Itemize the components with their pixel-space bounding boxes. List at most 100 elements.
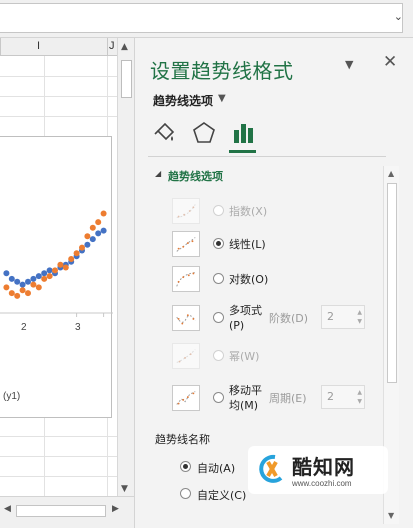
option-polynomial[interactable]: 多项式(P) 阶数(D) 2 ▲ ▼ <box>172 304 372 335</box>
scroll-thumb[interactable] <box>121 60 132 98</box>
column-label-j[interactable]: J <box>109 40 115 52</box>
bar-chart-icon[interactable] <box>230 120 256 146</box>
scroll-down-icon[interactable]: ▼ <box>121 484 128 494</box>
radio-custom[interactable] <box>180 488 191 499</box>
sheet-vertical-scrollbar[interactable]: ▲ ▼ <box>117 38 134 496</box>
data-point-y2[interactable] <box>8 290 15 297</box>
data-point-y1[interactable] <box>30 275 37 282</box>
chart-plot-area[interactable] <box>0 137 113 419</box>
data-point-y2[interactable] <box>95 219 102 226</box>
watermark-url: www.coozhi.com <box>292 479 352 488</box>
worksheet[interactable]: I J 2 3 (y1) <box>0 38 117 496</box>
watermark-name: 酷知网 <box>292 455 355 479</box>
polynomial-trend-icon <box>172 305 200 331</box>
period-value: 2 <box>327 390 334 403</box>
data-point-y1[interactable] <box>14 278 21 285</box>
x-tick-label: 3 <box>75 322 81 333</box>
trendline-name-heading: 趋势线名称 <box>155 433 210 446</box>
data-point-y2[interactable] <box>100 210 107 217</box>
scatter-chart[interactable]: 2 3 (y1) <box>0 136 113 419</box>
data-point-y1[interactable] <box>95 230 102 237</box>
pentagon-icon[interactable] <box>191 120 217 146</box>
data-point-y2[interactable] <box>19 287 26 294</box>
scroll-left-icon[interactable]: ◀ <box>4 504 11 514</box>
formula-input[interactable] <box>0 3 403 33</box>
sheet-horizontal-scrollbar[interactable]: ◀ ▶ <box>0 496 134 528</box>
scroll-up-icon[interactable]: ▲ <box>388 169 394 178</box>
radio-power[interactable] <box>213 350 224 361</box>
chevron-down-icon[interactable]: ▼ <box>218 93 226 104</box>
radio-linear[interactable] <box>213 238 224 249</box>
collapse-triangle-icon[interactable]: ◢ <box>155 169 161 178</box>
data-point-y2[interactable] <box>25 290 31 297</box>
chevron-down-icon[interactable]: ⌄ <box>394 10 403 23</box>
order-stepper[interactable]: 2 ▲ ▼ <box>321 305 365 329</box>
period-label: 周期(E) <box>269 392 307 405</box>
data-point-y1[interactable] <box>3 270 10 277</box>
scroll-right-icon[interactable]: ▶ <box>112 504 119 514</box>
data-point-y1[interactable] <box>46 267 53 274</box>
data-point-y2[interactable] <box>73 250 80 257</box>
gridline <box>0 476 117 477</box>
data-point-y1[interactable] <box>25 278 31 285</box>
column-label-i[interactable]: I <box>37 40 40 52</box>
column-separator[interactable] <box>107 38 108 56</box>
x-tick-label: 2 <box>21 322 27 333</box>
name-option-label: 自定义(C) <box>197 489 247 502</box>
option-moving-average[interactable]: 移动平均(M) 周期(E) 2 ▲ ▼ <box>172 384 372 415</box>
trendline-options-dropdown[interactable]: 趋势线选项 <box>153 92 213 109</box>
radio-exponential[interactable] <box>213 205 224 216</box>
order-value: 2 <box>327 310 334 323</box>
gridline <box>0 96 117 97</box>
data-point-y2[interactable] <box>14 292 21 299</box>
option-label: 指数(X) <box>229 205 268 218</box>
stepper-arrows-icon[interactable]: ▲ ▼ <box>357 308 362 326</box>
data-point-y2[interactable] <box>57 261 64 268</box>
stepper-arrows-icon[interactable]: ▲ ▼ <box>357 388 362 406</box>
radio-automatic[interactable] <box>180 461 191 472</box>
scroll-up-icon[interactable]: ▲ <box>121 42 128 52</box>
logarithmic-trend-icon <box>172 266 200 292</box>
data-point-y2[interactable] <box>84 233 91 240</box>
column-header: I J <box>0 38 117 56</box>
data-point-y2[interactable] <box>68 256 75 262</box>
data-point-y2[interactable] <box>52 267 58 274</box>
legend-entry[interactable]: (y1) <box>3 391 20 402</box>
data-point-y1[interactable] <box>84 241 91 248</box>
pane-options-icon[interactable]: ▼ <box>345 58 353 71</box>
watermark: 酷知网 www.coozhi.com <box>248 446 388 494</box>
data-point-y2[interactable] <box>62 264 69 271</box>
data-point-y2[interactable] <box>41 275 48 282</box>
data-point-y2[interactable] <box>79 244 85 251</box>
divider <box>148 156 386 157</box>
data-point-y2[interactable] <box>35 284 42 291</box>
data-point-y1[interactable] <box>35 273 42 280</box>
option-label: 幂(W) <box>229 350 260 363</box>
radio-polynomial[interactable] <box>213 312 224 323</box>
radio-moving-average[interactable] <box>213 392 224 403</box>
data-point-y1[interactable] <box>89 236 96 243</box>
power-trend-icon <box>172 343 200 369</box>
data-point-y2[interactable] <box>46 273 53 280</box>
data-point-y2[interactable] <box>89 224 96 231</box>
excel-window: ⌄ I J 2 3 (y1) ▲ ▼ ◀ ▶ 设置趋势线格式 ▼ ✕ 趋势线选项… <box>0 0 413 528</box>
scroll-thumb[interactable] <box>387 183 397 383</box>
data-point-y2[interactable] <box>30 281 37 288</box>
data-point-y1[interactable] <box>19 281 26 288</box>
section-title[interactable]: 趋势线选项 <box>168 168 223 184</box>
data-point-y1[interactable] <box>41 270 48 277</box>
data-point-y1[interactable] <box>100 227 107 234</box>
column-separator[interactable] <box>0 38 1 56</box>
active-tab-indicator <box>229 150 256 153</box>
close-icon[interactable]: ✕ <box>383 52 397 72</box>
data-point-y1[interactable] <box>8 275 15 282</box>
option-label: 对数(O) <box>229 273 269 286</box>
name-option-label: 自动(A) <box>197 462 236 475</box>
scroll-thumb[interactable] <box>16 505 106 517</box>
paint-bucket-icon[interactable] <box>152 120 178 146</box>
period-stepper[interactable]: 2 ▲ ▼ <box>321 385 365 409</box>
scroll-down-icon[interactable]: ▼ <box>388 511 394 520</box>
coozhi-logo-icon <box>259 454 283 483</box>
radio-logarithmic[interactable] <box>213 273 224 284</box>
data-point-y2[interactable] <box>3 284 10 291</box>
